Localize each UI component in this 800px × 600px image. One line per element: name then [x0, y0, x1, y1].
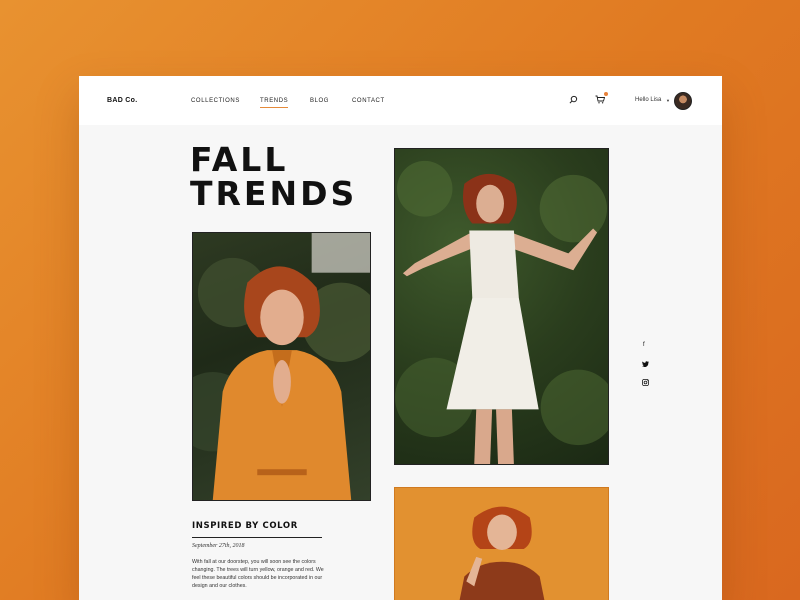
nav-blog[interactable]: BLOG — [310, 98, 329, 104]
photo-white-dress[interactable] — [394, 148, 609, 465]
facebook-icon[interactable]: f — [643, 342, 645, 348]
brand-logo[interactable]: BAD Co. — [107, 97, 138, 104]
chevron-down-icon[interactable]: ▼ — [666, 98, 670, 103]
nav-trends[interactable]: TRENDS — [260, 98, 289, 108]
twitter-icon[interactable] — [642, 361, 649, 367]
article-date: September 27th, 2018 — [192, 543, 245, 549]
cart-badge — [604, 92, 608, 96]
user-greeting[interactable]: Hello Lisa — [635, 97, 661, 103]
photo-orange-wall[interactable] — [394, 487, 609, 600]
divider — [192, 537, 322, 538]
cart-icon[interactable] — [595, 95, 605, 104]
article-body: With fall at our doorstep, you will soon… — [192, 559, 324, 589]
page-title-line-2: TRENDS — [190, 174, 358, 213]
article-title: INSPIRED BY COLOR — [192, 521, 298, 531]
instagram-icon[interactable] — [642, 379, 649, 386]
avatar[interactable] — [674, 92, 692, 110]
nav-contact[interactable]: CONTACT — [352, 98, 385, 104]
nav-collections[interactable]: COLLECTIONS — [191, 98, 240, 104]
page-title: FALL TRENDS — [190, 143, 357, 211]
top-navigation: BAD Co. COLLECTIONS TRENDS BLOG CONTACT … — [79, 76, 722, 125]
browser-window: BAD Co. COLLECTIONS TRENDS BLOG CONTACT … — [79, 76, 722, 600]
search-icon[interactable] — [569, 95, 578, 104]
page-title-line-1: FALL — [190, 140, 289, 179]
photo-orange-jumpsuit[interactable] — [192, 232, 371, 501]
